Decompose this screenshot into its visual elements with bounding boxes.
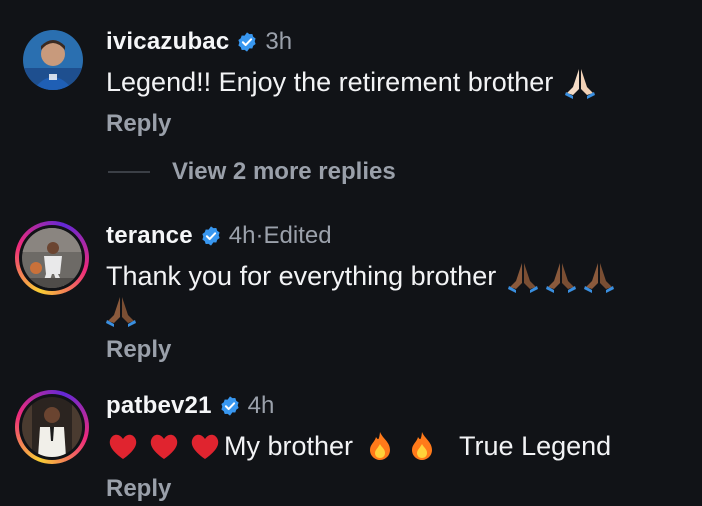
- pray-dark-icon: [506, 259, 540, 293]
- reply-button[interactable]: Reply: [106, 336, 171, 364]
- comment-text-content: Legend!! Enjoy the retirement brother: [106, 66, 554, 97]
- comment-time: 4h: [228, 222, 256, 249]
- fire-icon: [405, 429, 439, 463]
- comment-text-content: My brother: [224, 430, 354, 461]
- avatar-ring-inner: [19, 225, 85, 291]
- comment-text-content: Thank you for everything brother: [106, 260, 497, 291]
- avatar-image: [22, 397, 82, 457]
- view-more-replies-label: View 2 more replies: [172, 158, 396, 185]
- pray-dark-icon: [544, 259, 578, 293]
- avatar-terance[interactable]: [15, 221, 89, 295]
- divider-line: [108, 171, 150, 173]
- verified-badge-icon: [221, 396, 239, 416]
- avatar-image: [22, 228, 82, 288]
- reply-button[interactable]: Reply: [106, 475, 171, 503]
- comment-time: 3h: [265, 28, 293, 55]
- comments-thread: ivicazubac 3h Legend!! Enjoy the retirem…: [0, 0, 702, 506]
- meta-separator: ·: [255, 222, 264, 249]
- pray-dark-icon: [104, 293, 138, 327]
- avatar-ring-inner: [19, 394, 85, 460]
- comment-text-wrap: [104, 292, 138, 328]
- view-more-replies-button[interactable]: View 2 more replies: [108, 158, 396, 186]
- comment-text-content: True Legend: [459, 430, 612, 461]
- comment-text: Legend!! Enjoy the retirement brother: [106, 62, 597, 102]
- comment-header: terance 4h · Edited: [106, 221, 332, 251]
- verified-badge-icon: [238, 32, 257, 52]
- pray-light-icon: [563, 65, 597, 99]
- comment-header: ivicazubac 3h: [106, 27, 292, 57]
- comment-text: Thank you for everything brother: [106, 256, 616, 296]
- fire-icon: [363, 429, 397, 463]
- avatar-patbev21[interactable]: [15, 390, 89, 464]
- verified-badge-icon: [202, 226, 220, 246]
- comment-time: 4h: [247, 392, 275, 419]
- avatar-ivicazubac[interactable]: [23, 30, 83, 90]
- comment-header: patbev21 4h: [106, 391, 274, 421]
- edited-label: Edited: [263, 222, 332, 249]
- username[interactable]: patbev21: [106, 392, 212, 420]
- username[interactable]: terance: [106, 222, 193, 250]
- comment-text: My brother True Legend: [106, 426, 611, 466]
- username[interactable]: ivicazubac: [106, 28, 229, 56]
- reply-button[interactable]: Reply: [106, 110, 171, 138]
- pray-dark-icon: [582, 259, 616, 293]
- avatar-image: [23, 30, 83, 90]
- heart-icon: [147, 429, 181, 463]
- heart-icon: [188, 429, 222, 463]
- heart-icon: [106, 429, 140, 463]
